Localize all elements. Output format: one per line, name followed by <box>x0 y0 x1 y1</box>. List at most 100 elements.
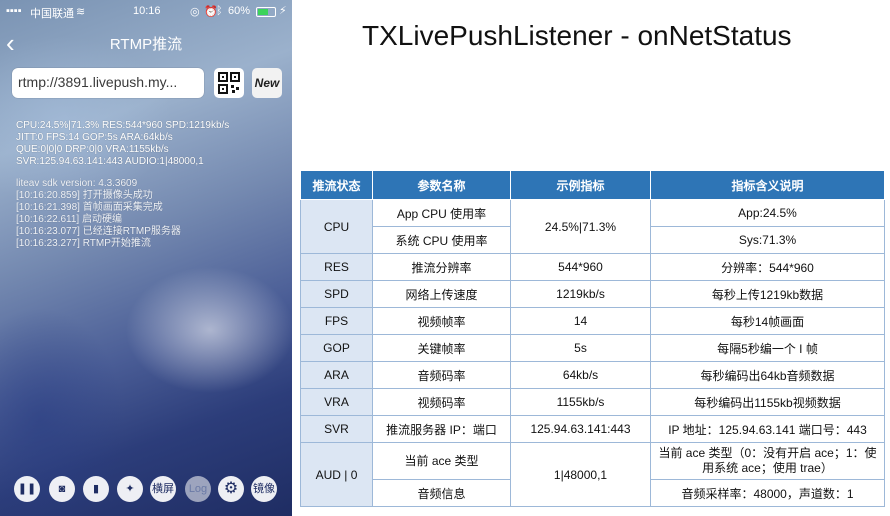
example-value: 125.94.63.141:443 <box>510 415 651 443</box>
column-header: 推流状态 <box>300 170 373 200</box>
param-name: App CPU 使用率 <box>372 199 511 227</box>
rtmp-url-input[interactable]: rtmp://3891.livepush.my... <box>12 68 204 98</box>
table-row: CPU App CPU 使用率 24.5%|71.3% App:24.5% <box>300 199 885 254</box>
meaning: 每隔5秒编一个 I 帧 <box>650 334 885 362</box>
battery-icon <box>256 7 276 17</box>
table-row: SVR 推流服务器 IP：端口 125.94.63.141:443 IP 地址：… <box>300 415 885 443</box>
meaning: Sys:71.3% <box>650 226 885 254</box>
nav-bar: ‹ RTMP推流 <box>0 22 292 62</box>
meaning: 当前 ace 类型（0：没有开启 ace；1：使用系统 ace；使用 trae） <box>650 442 885 480</box>
param-name: 系统 CPU 使用率 <box>372 226 511 254</box>
lock-rotation-icon: ◎ <box>190 6 200 18</box>
flash-button[interactable]: ✦ <box>117 476 143 502</box>
charging-icon: ⚡ <box>279 5 287 17</box>
meaning: App:24.5% <box>650 199 885 227</box>
meaning: 每秒编码出64kb音频数据 <box>650 361 885 389</box>
param-name: 视频帧率 <box>372 307 511 335</box>
status-key: RES <box>300 253 373 281</box>
table-row: SPD 网络上传速度 1219kb/s 每秒上传1219kb数据 <box>300 280 885 308</box>
status-key: GOP <box>300 334 373 362</box>
table-row: ARA 音频码率 64kb/s 每秒编码出64kb音频数据 <box>300 361 885 389</box>
param-name: 推流分辨率 <box>372 253 511 281</box>
stats-line: JITT:0 FPS:14 GOP:5s ARA:64kb/s <box>16 132 173 143</box>
flashlight-icon: ✦ <box>125 483 135 495</box>
stats-line: CPU:24.5%|71.3% RES:544*960 SPD:1219kb/s <box>16 120 230 131</box>
log-line: [10:16:22.611] 启动硬编 <box>16 214 122 225</box>
meaning: 每秒上传1219kb数据 <box>650 280 885 308</box>
column-header: 参数名称 <box>372 170 511 200</box>
table-row: GOP 关键帧率 5s 每隔5秒编一个 I 帧 <box>300 334 885 362</box>
example-value: 24.5%|71.3% <box>510 199 651 254</box>
status-key: SVR <box>300 415 373 443</box>
stats-line: QUE:0|0|0 DRP:0|0 VRA:1155kb/s <box>16 144 169 155</box>
param-name: 网络上传速度 <box>372 280 511 308</box>
status-key: VRA <box>300 388 373 416</box>
settings-button[interactable]: ⚙ <box>218 476 244 502</box>
status-key: CPU <box>300 199 373 254</box>
meaning: 每秒14帧画面 <box>650 307 885 335</box>
log-line: [10:16:21.398] 首帧画面采集完成 <box>16 202 163 213</box>
landscape-button[interactable]: 横屏 <box>150 476 176 502</box>
table-header-row: 推流状态 参数名称 示例指标 指标含义说明 <box>300 170 885 200</box>
example-value: 544*960 <box>510 253 651 281</box>
beauty-button[interactable]: ▮ <box>83 476 109 502</box>
qr-code-button[interactable] <box>214 68 244 98</box>
qr-code-icon <box>218 72 240 94</box>
stats-line: SVR:125.94.63.141:443 AUDIO:1|48000,1 <box>16 156 204 167</box>
status-key: FPS <box>300 307 373 335</box>
bluetooth-icon: ᛒ <box>216 5 223 17</box>
table-row: RES 推流分辨率 544*960 分辨率：544*960 <box>300 253 885 281</box>
example-value: 1155kb/s <box>510 388 651 416</box>
column-header: 示例指标 <box>510 170 651 200</box>
signal-icon: ▪▪▪▪ <box>6 5 22 17</box>
brush-icon: ▮ <box>92 483 100 495</box>
pause-button[interactable]: ❚❚ <box>14 476 40 502</box>
battery-percent: 60% <box>228 5 251 17</box>
status-key: ARA <box>300 361 373 389</box>
net-status-panel: CPU:24.5%|71.3% RES:544*960 SPD:1219kb/s… <box>16 120 229 168</box>
status-key: AUD | 0 <box>300 442 373 507</box>
wifi-icon: ≋ <box>76 6 86 18</box>
mirror-button[interactable]: 镜像 <box>251 476 277 502</box>
param-name: 音频信息 <box>372 479 511 507</box>
bottom-toolbar: ❚❚ ◙ ▮ ✦ 横屏 Log ⚙ 镜像 <box>0 474 292 508</box>
log-line: [10:16:20.859] 打开摄像头成功 <box>16 190 153 201</box>
param-name: 当前 ace 类型 <box>372 442 511 480</box>
param-name: 推流服务器 IP：端口 <box>372 415 511 443</box>
example-value: 5s <box>510 334 651 362</box>
phone-screen: ▪▪▪▪ 中国联通 ≋ 10:16 ◎ ⏰ ᛒ 60% ⚡ ‹ RTMP推流 r… <box>0 0 292 516</box>
meaning: 每秒编码出1155kb视频数据 <box>650 388 885 416</box>
example-value: 1219kb/s <box>510 280 651 308</box>
new-button[interactable]: New <box>252 68 282 98</box>
column-header: 指标含义说明 <box>650 170 885 200</box>
table-row: VRA 视频码率 1155kb/s 每秒编码出1155kb视频数据 <box>300 388 885 416</box>
meaning: 音频采样率：48000，声道数：1 <box>650 479 885 507</box>
rtmp-url-value: rtmp://3891.livepush.my... <box>18 74 178 90</box>
param-name: 音频码率 <box>372 361 511 389</box>
status-bar: ▪▪▪▪ 中国联通 ≋ 10:16 ◎ ⏰ ᛒ 60% ⚡ <box>0 0 292 22</box>
gear-icon: ⚙ <box>223 480 239 497</box>
log-panel: liteav sdk version: 4.3.3609 [10:16:20.8… <box>16 178 181 250</box>
table-row: FPS 视频帧率 14 每秒14帧画面 <box>300 307 885 335</box>
clock: 10:16 <box>133 5 161 17</box>
camera-switch-button[interactable]: ◙ <box>49 476 75 502</box>
example-value: 1|48000,1 <box>510 442 651 507</box>
log-line: [10:16:23.077] 已经连接RTMP服务器 <box>16 226 181 237</box>
meaning: IP 地址：125.94.63.141 端口号：443 <box>650 415 885 443</box>
carrier-label: 中国联通 <box>30 8 74 20</box>
nav-title: RTMP推流 <box>109 36 183 53</box>
log-line: liteav sdk version: 4.3.3609 <box>16 178 138 189</box>
page-title: TXLivePushListener - onNetStatus <box>362 20 792 51</box>
param-name: 关键帧率 <box>372 334 511 362</box>
log-button[interactable]: Log <box>185 476 211 502</box>
camera-icon: ◙ <box>58 483 66 495</box>
example-value: 64kb/s <box>510 361 651 389</box>
pause-icon: ❚❚ <box>17 483 37 495</box>
net-status-table: 推流状态 参数名称 示例指标 指标含义说明 CPU App CPU 使用率 24… <box>300 170 885 507</box>
table-row: AUD | 0 当前 ace 类型 1|48000,1 当前 ace 类型（0：… <box>300 442 885 507</box>
status-key: SPD <box>300 280 373 308</box>
param-name: 视频码率 <box>372 388 511 416</box>
meaning: 分辨率：544*960 <box>650 253 885 281</box>
example-value: 14 <box>510 307 651 335</box>
log-line: [10:16:23.277] RTMP开始推流 <box>16 238 151 249</box>
